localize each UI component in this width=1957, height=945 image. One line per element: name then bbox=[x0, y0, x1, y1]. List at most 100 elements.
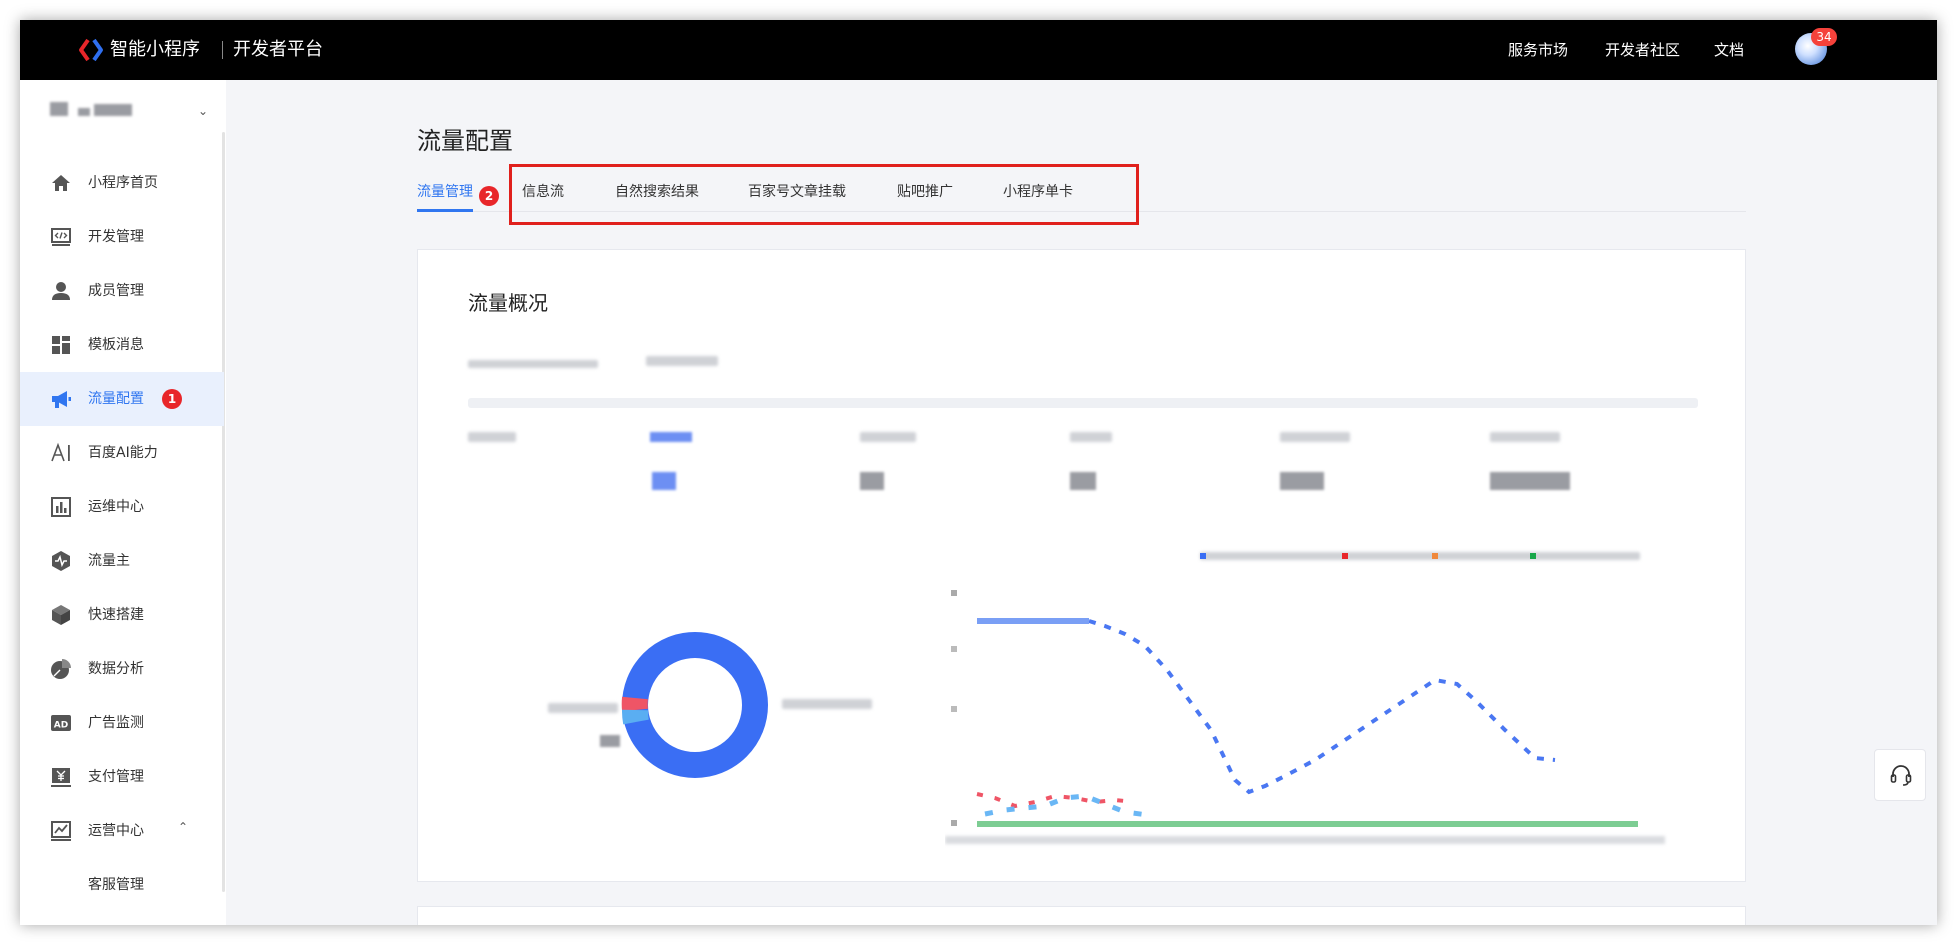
code-icon bbox=[51, 228, 71, 246]
home-icon bbox=[52, 175, 70, 191]
sidebar-item-label: 数据分析 bbox=[88, 661, 144, 677]
nav-service-market[interactable]: 服务市场 bbox=[1508, 40, 1568, 60]
obscured-metric-value bbox=[1070, 472, 1096, 490]
account-name-obscured bbox=[50, 102, 68, 116]
ai-icon bbox=[51, 442, 70, 462]
y-tick bbox=[951, 706, 957, 712]
sidebar-item-label: 客服管理 bbox=[88, 877, 144, 893]
legend-swatch bbox=[1342, 553, 1348, 559]
page-title: 流量配置 bbox=[417, 127, 513, 155]
line-chart-icon bbox=[51, 821, 71, 841]
card-title: 流量概况 bbox=[468, 291, 548, 315]
sidebar-item-label: 开发管理 bbox=[88, 229, 144, 245]
obscured-donut-label bbox=[600, 735, 620, 747]
sidebar-item-label: 小程序首页 bbox=[88, 175, 158, 191]
sidebar-item-operations-center[interactable]: 运营中心 ⌃ bbox=[20, 804, 224, 858]
obscured-metric-value bbox=[1280, 472, 1324, 490]
sidebar-item-label: 流量配置 bbox=[88, 391, 144, 407]
sidebar-item-traffic-owner[interactable]: 流量主 bbox=[20, 534, 224, 588]
annotation-badge-2: 2 bbox=[479, 186, 499, 206]
top-bar: 智能小程序 开发者平台 服务市场 开发者社区 文档 34 bbox=[20, 20, 1937, 80]
sidebar-item-payment[interactable]: 支付管理 bbox=[20, 750, 224, 804]
tab-traffic-management[interactable]: 流量管理 bbox=[417, 182, 473, 202]
brand-logo-icon bbox=[79, 38, 103, 62]
brand-name: 智能小程序 bbox=[110, 39, 200, 60]
obscured-x-axis-labels bbox=[945, 836, 1665, 844]
chevron-down-icon[interactable]: ⌄ bbox=[198, 104, 208, 118]
notification-badge: 34 bbox=[1811, 28, 1837, 46]
svg-text:AD: AD bbox=[54, 721, 68, 731]
user-icon bbox=[52, 282, 70, 300]
obscured-text bbox=[468, 360, 598, 368]
y-tick bbox=[951, 646, 957, 652]
legend-swatch bbox=[1432, 553, 1438, 559]
progress-track bbox=[468, 398, 1698, 408]
sidebar-item-template-messages[interactable]: 模板消息 bbox=[20, 318, 224, 372]
sidebar-item-ad-monitor[interactable]: AD 广告监测 bbox=[20, 696, 224, 750]
annotation-badge-1: 1 bbox=[162, 389, 182, 409]
sidebar-item-label: 流量主 bbox=[88, 553, 130, 569]
nav-developer-community[interactable]: 开发者社区 bbox=[1605, 40, 1680, 60]
pulse-shield-icon bbox=[52, 551, 70, 571]
sidebar-item-label: 运营中心 bbox=[88, 823, 144, 839]
brand-divider bbox=[222, 41, 223, 59]
sidebar-item-traffic-config[interactable]: 流量配置 1 bbox=[20, 372, 224, 426]
sidebar-item-customer-service[interactable]: 客服管理 bbox=[20, 858, 224, 912]
sidebar-item-members[interactable]: 成员管理 bbox=[20, 264, 224, 318]
obscured-metric-label bbox=[650, 432, 692, 442]
legend-swatch bbox=[1530, 553, 1536, 559]
obscured-metric-label bbox=[1490, 432, 1560, 442]
account-name-obscured bbox=[78, 108, 90, 116]
obscured-metric-label bbox=[468, 432, 516, 442]
donut-segment bbox=[622, 709, 649, 725]
pie-chart-icon bbox=[51, 659, 71, 679]
obscured-donut-label bbox=[548, 703, 618, 713]
sidebar-item-label: 支付管理 bbox=[88, 769, 144, 785]
sidebar-item-label: 模板消息 bbox=[88, 337, 144, 353]
sidebar-item-label: 成员管理 bbox=[88, 283, 144, 299]
bar-chart-icon bbox=[51, 497, 71, 517]
obscured-metric-value bbox=[1490, 472, 1570, 490]
obscured-metric-value bbox=[860, 472, 884, 490]
y-tick bbox=[951, 590, 957, 596]
sidebar-item-home[interactable]: 小程序首页 bbox=[20, 156, 224, 210]
sidebar-item-quick-build[interactable]: 快速搭建 bbox=[20, 588, 224, 642]
sidebar-item-dev-management[interactable]: 开发管理 bbox=[20, 210, 224, 264]
nav-docs[interactable]: 文档 bbox=[1714, 40, 1744, 60]
sidebar-item-label: 广告监测 bbox=[88, 715, 144, 731]
obscured-metric-value bbox=[652, 472, 676, 490]
obscured-donut-label bbox=[782, 699, 872, 709]
obscured-legend bbox=[1200, 552, 1640, 560]
secondary-card bbox=[417, 906, 1746, 925]
megaphone-icon bbox=[52, 391, 71, 408]
donut-chart bbox=[621, 632, 768, 778]
customer-service-button[interactable] bbox=[1874, 749, 1926, 801]
obscured-metric-label bbox=[1070, 432, 1112, 442]
line-chart bbox=[945, 590, 1665, 844]
y-tick bbox=[951, 820, 957, 826]
template-icon bbox=[52, 336, 70, 354]
sidebar-item-data-analysis[interactable]: 数据分析 bbox=[20, 642, 224, 696]
sidebar-item-settings[interactable]: 设置 bbox=[20, 912, 224, 925]
chevron-up-icon[interactable]: ⌃ bbox=[178, 820, 188, 834]
sidebar-item-ops-center[interactable]: 运维中心 bbox=[20, 480, 224, 534]
legend-swatch bbox=[1200, 553, 1206, 559]
obscured-metric-label bbox=[860, 432, 916, 442]
sidebar-item-label: 快速搭建 bbox=[88, 607, 144, 623]
brand-subtitle: 开发者平台 bbox=[233, 39, 323, 60]
sidebar-item-baidu-ai[interactable]: 百度AI能力 bbox=[20, 426, 224, 480]
yuan-icon bbox=[51, 768, 71, 787]
active-tab-indicator bbox=[417, 209, 473, 212]
series-line-lightblue bbox=[984, 793, 1156, 819]
ad-icon: AD bbox=[51, 715, 71, 731]
obscured-text bbox=[646, 356, 718, 366]
donut-ring bbox=[622, 632, 768, 778]
sidebar-item-label: 运维中心 bbox=[88, 499, 144, 515]
highlight-annotation-box bbox=[509, 164, 1139, 225]
sidebar-item-label: 百度AI能力 bbox=[88, 445, 158, 461]
series-line-blue bbox=[977, 619, 1556, 795]
cube-icon bbox=[52, 605, 70, 625]
account-name-obscured bbox=[94, 104, 132, 116]
obscured-metric-label bbox=[1280, 432, 1350, 442]
app-window: 智能小程序 开发者平台 服务市场 开发者社区 文档 34 ⌄ 小程序首页 开发管… bbox=[20, 20, 1937, 925]
